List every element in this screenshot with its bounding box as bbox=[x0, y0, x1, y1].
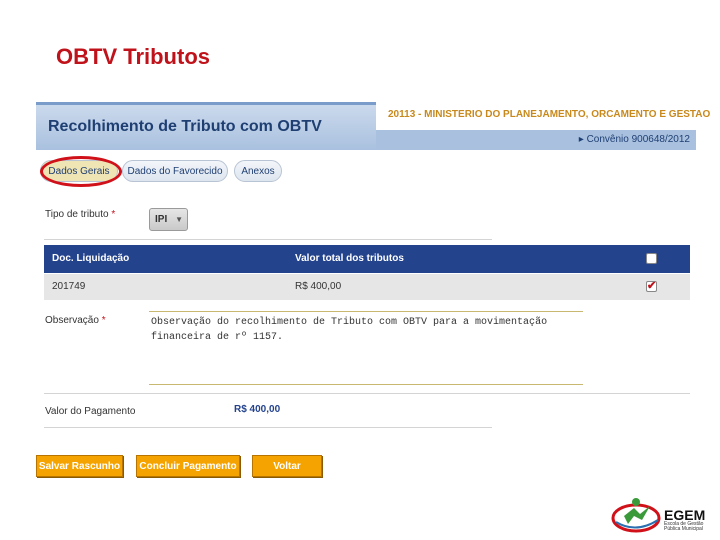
header-title-bar: Recolhimento de Tributo com OBTV bbox=[36, 102, 376, 150]
tab-label: Dados Gerais bbox=[48, 166, 110, 177]
slide-title: OBTV Tributos bbox=[56, 44, 210, 69]
tab-anexos[interactable]: Anexos bbox=[234, 160, 282, 182]
observacao-textarea[interactable]: Observação do recolhimento de Tributo co… bbox=[149, 311, 583, 385]
convenio-label: ▸ Convênio 900648/2012 bbox=[578, 134, 690, 145]
tab-label: Anexos bbox=[241, 166, 275, 177]
column-header-valor: Valor total dos tributos bbox=[295, 253, 404, 264]
tab-dados-gerais[interactable]: Dados Gerais bbox=[40, 160, 118, 182]
voltar-button[interactable]: Voltar bbox=[252, 455, 322, 477]
ministry-label: 20113 - MINISTERIO DO PLANEJAMENTO, ORCA… bbox=[388, 109, 711, 120]
observacao-label: Observação * bbox=[45, 315, 106, 326]
table-header: Doc. Liquidação Valor total dos tributos bbox=[44, 245, 690, 273]
ministry-bar: 20113 - MINISTERIO DO PLANEJAMENTO, ORCA… bbox=[376, 102, 710, 130]
divider bbox=[44, 393, 690, 394]
select-all-checkbox[interactable] bbox=[646, 253, 657, 264]
valor-pagamento-value: R$ 400,00 bbox=[234, 404, 281, 415]
divider bbox=[44, 239, 492, 240]
panel-header: Recolhimento de Tributo com OBTV 20113 -… bbox=[36, 102, 710, 150]
salvar-rascunho-button[interactable]: Salvar Rascunho bbox=[36, 455, 123, 477]
chevron-down-icon: ▼ bbox=[175, 215, 183, 224]
tab-label: Dados do Favorecido bbox=[127, 166, 223, 177]
column-header-doc: Doc. Liquidação bbox=[52, 253, 130, 264]
tipo-tributo-value: IPI bbox=[155, 214, 168, 225]
row-valor: R$ 400,00 bbox=[295, 281, 342, 292]
valor-pagamento-label: Valor do Pagamento bbox=[45, 406, 136, 417]
logo-subtitle: Escola de Gestão Pública Municipal bbox=[664, 521, 704, 532]
tab-dados-favorecido[interactable]: Dados do Favorecido bbox=[122, 160, 228, 182]
divider bbox=[44, 427, 492, 428]
page-title: Recolhimento de Tributo com OBTV bbox=[48, 118, 322, 135]
table-row: 201749 R$ 400,00 ✔ bbox=[44, 274, 690, 300]
row-doc: 201749 bbox=[52, 281, 86, 292]
row-checkbox[interactable]: ✔ bbox=[646, 280, 657, 292]
tipo-tributo-label: Tipo de tributo * bbox=[45, 209, 116, 220]
checkmark-icon: ✔ bbox=[647, 280, 657, 292]
concluir-pagamento-button[interactable]: Concluir Pagamento bbox=[136, 455, 240, 477]
tipo-tributo-select[interactable]: IPI ▼ bbox=[149, 208, 188, 231]
convenio-bar: ▸ Convênio 900648/2012 bbox=[376, 130, 696, 150]
